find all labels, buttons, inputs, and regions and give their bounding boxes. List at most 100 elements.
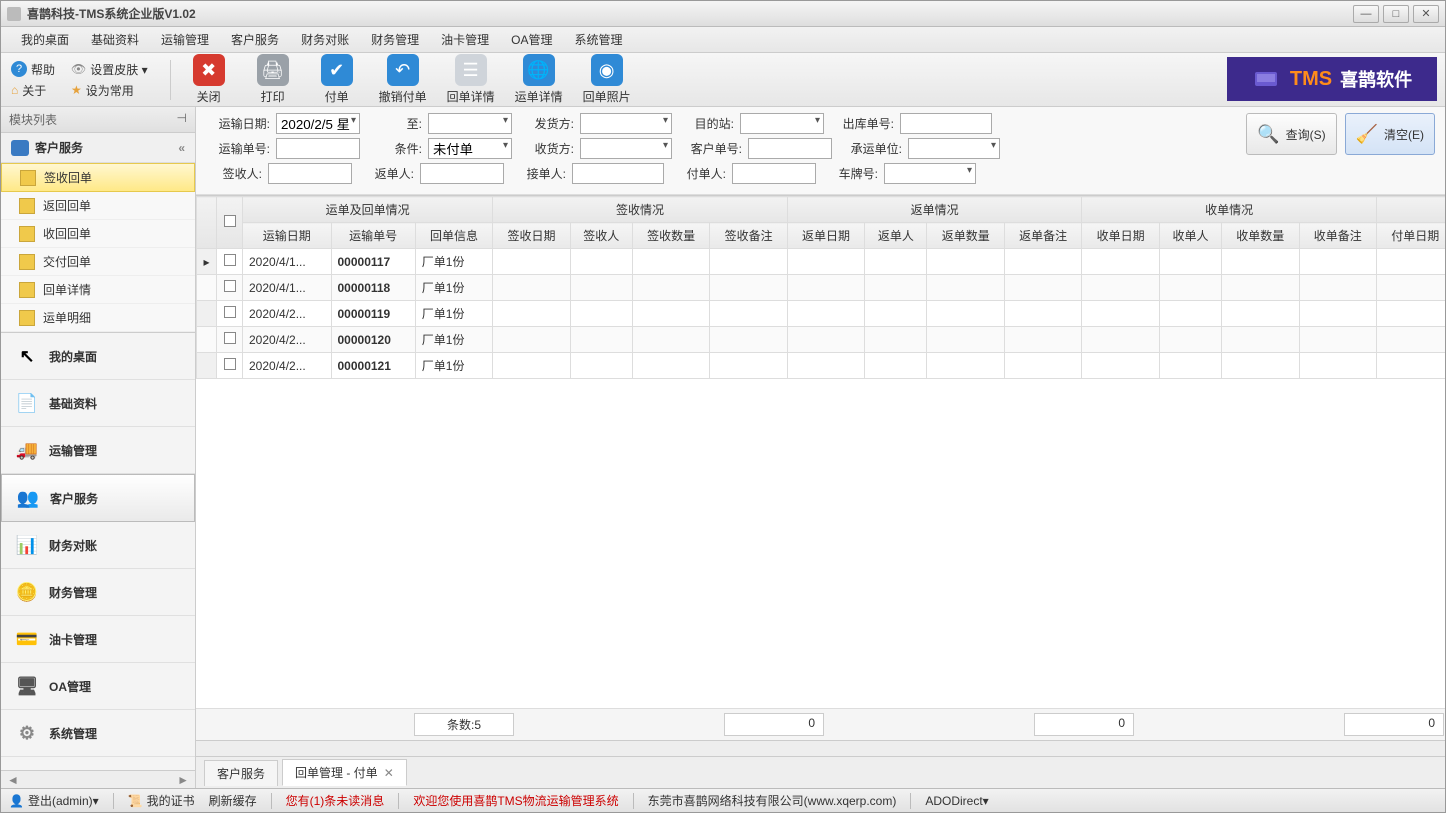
tree-head[interactable]: 客户服务« [1,133,195,163]
refresh-cache-button[interactable]: 刷新缓存 [209,792,257,809]
field-label: 发货方: [518,115,574,132]
field-label: 返单人: [358,165,414,182]
menu-4[interactable]: 财务对账 [291,28,359,51]
tree-item-5[interactable]: 运单明细 [1,304,195,332]
tree-item-2[interactable]: 收回回单 [1,220,195,248]
menu-8[interactable]: 系统管理 [564,28,632,51]
skin-button[interactable]: 👁设置皮肤 ▾ [71,61,148,78]
help-button[interactable]: ?帮助 [11,61,55,78]
window-title: 喜鹊科技-TMS系统企业版V1.02 [27,5,1353,22]
row-checkbox[interactable] [224,254,236,266]
table-row[interactable]: 2020/4/2...00000120厂单1份 [197,327,1446,353]
tree-item-3[interactable]: 交付回单 [1,248,195,276]
tree-item-1[interactable]: 返回回单 [1,192,195,220]
toolbar-photo-button[interactable]: ◉回单照片 [583,54,631,105]
toolbar-detail-button[interactable]: ☰回单详情 [447,54,495,105]
field-label: 承运单位: [838,140,902,157]
summary-row: 条数:5 0 0 0 0 [196,708,1445,740]
filter-input[interactable] [580,113,672,134]
nav-item-6[interactable]: 💳油卡管理 [1,616,195,663]
db-mode[interactable]: ADODirect▾ [925,794,988,808]
nav-item-7[interactable]: 🖥OA管理 [1,663,195,710]
pin-icon[interactable]: ⊣ [177,111,187,128]
scroll-right-icon[interactable]: ► [177,773,189,787]
filter-input[interactable] [580,138,672,159]
search-button[interactable]: 🔍查询(S) [1246,113,1336,155]
cert-button[interactable]: 📜我的证书 [128,792,195,809]
row-checkbox[interactable] [224,332,236,344]
menubar: 我的桌面基础资料运输管理客户服务财务对账财务管理油卡管理OA管理系统管理 [1,27,1445,53]
field-label: 客户单号: [678,140,742,157]
tab-0[interactable]: 客户服务 [204,760,278,786]
filter-input[interactable] [428,138,512,159]
filter-input[interactable] [748,138,832,159]
row-checkbox[interactable] [224,306,236,318]
filter-input[interactable] [268,163,352,184]
table-row[interactable]: ▸2020/4/1...00000117厂单1份 [197,249,1446,275]
statusbar: 👤登出(admin)▾ 📜我的证书 刷新缓存 您有(1)条未读消息 欢迎您使用喜… [1,788,1445,812]
horizontal-scrollbar[interactable] [196,740,1445,756]
tab-close-icon[interactable]: ✕ [384,766,394,780]
toolbar-print-button[interactable]: 🖨打印 [251,54,295,105]
summary-v2: 0 [1034,713,1134,736]
filter-input[interactable] [908,138,1000,159]
filter-input[interactable] [884,163,976,184]
tree-item-4[interactable]: 回单详情 [1,276,195,304]
table-row[interactable]: 2020/4/2...00000121厂单1份 [197,353,1446,379]
logout-button[interactable]: 👤登出(admin)▾ [9,792,99,809]
menu-1[interactable]: 基础资料 [81,28,149,51]
field-label: 运输日期: [206,115,270,132]
unread-messages[interactable]: 您有(1)条未读消息 [286,792,385,809]
clear-button[interactable]: 🧹清空(E) [1345,113,1435,155]
filter-input[interactable] [740,113,824,134]
menu-7[interactable]: OA管理 [501,28,562,51]
nav-item-5[interactable]: 🪙财务管理 [1,569,195,616]
grid[interactable]: 运单及回单情况签收情况返单情况收单情况付单情况运输日期运输单号回单信息签收日期签… [196,195,1445,708]
about-button[interactable]: ⌂关于 [11,82,55,99]
menu-0[interactable]: 我的桌面 [11,28,79,51]
main-panel: 运输日期:至:发货方:目的站:出库单号: 运输单号:条件:收货方:客户单号:承运… [196,107,1445,788]
menu-3[interactable]: 客户服务 [221,28,289,51]
tree-item-0[interactable]: 签收回单 [1,163,195,192]
field-label: 出库单号: [830,115,894,132]
table-row[interactable]: 2020/4/1...00000118厂单1份 [197,275,1446,301]
summary-v3: 0 [1344,713,1444,736]
minimize-button[interactable]: — [1353,5,1379,23]
tab-1[interactable]: 回单管理 - 付单✕ [282,759,407,786]
filter-input[interactable] [428,113,512,134]
nav-item-0[interactable]: ↖我的桌面 [1,333,195,380]
left-panel: 模块列表⊣ 客户服务« 签收回单返回回单收回回单交付回单回单详情运单明细 ↖我的… [1,107,196,788]
field-label: 付单人: [670,165,726,182]
filter-input[interactable] [276,138,360,159]
nav-item-8[interactable]: ⚙系统管理 [1,710,195,757]
filter-input[interactable] [572,163,664,184]
filter-input[interactable] [420,163,504,184]
summary-count: 条数:5 [414,713,514,736]
row-checkbox[interactable] [224,358,236,370]
nav-item-1[interactable]: 📄基础资料 [1,380,195,427]
toolbar-close-button[interactable]: ✖关闭 [187,54,231,105]
menu-2[interactable]: 运输管理 [151,28,219,51]
filter-input[interactable] [732,163,816,184]
favorite-button[interactable]: ★设为常用 [71,82,148,99]
nav-item-2[interactable]: 🚚运输管理 [1,427,195,474]
scroll-left-icon[interactable]: ◄ [7,773,19,787]
company-link[interactable]: 东莞市喜鹊网络科技有限公司(www.xqerp.com) [648,792,897,809]
close-button[interactable]: ✕ [1413,5,1439,23]
nav-item-3[interactable]: 👥客户服务 [1,474,195,522]
field-label: 目的站: [678,115,734,132]
field-label: 签收人: [206,165,262,182]
toolbar-pay-button[interactable]: ✔付单 [315,54,359,105]
nav-item-4[interactable]: 📊财务对账 [1,522,195,569]
filter-input[interactable] [900,113,992,134]
menu-5[interactable]: 财务管理 [361,28,429,51]
toolbar-undo-button[interactable]: ↶撤销付单 [379,54,427,105]
toolbar-ship-button[interactable]: 🌐运单详情 [515,54,563,105]
filter-input[interactable] [276,113,360,134]
field-label: 运输单号: [206,140,270,157]
table-row[interactable]: 2020/4/2...00000119厂单1份 [197,301,1446,327]
field-label: 至: [366,115,422,132]
menu-6[interactable]: 油卡管理 [431,28,499,51]
maximize-button[interactable]: □ [1383,5,1409,23]
row-checkbox[interactable] [224,280,236,292]
